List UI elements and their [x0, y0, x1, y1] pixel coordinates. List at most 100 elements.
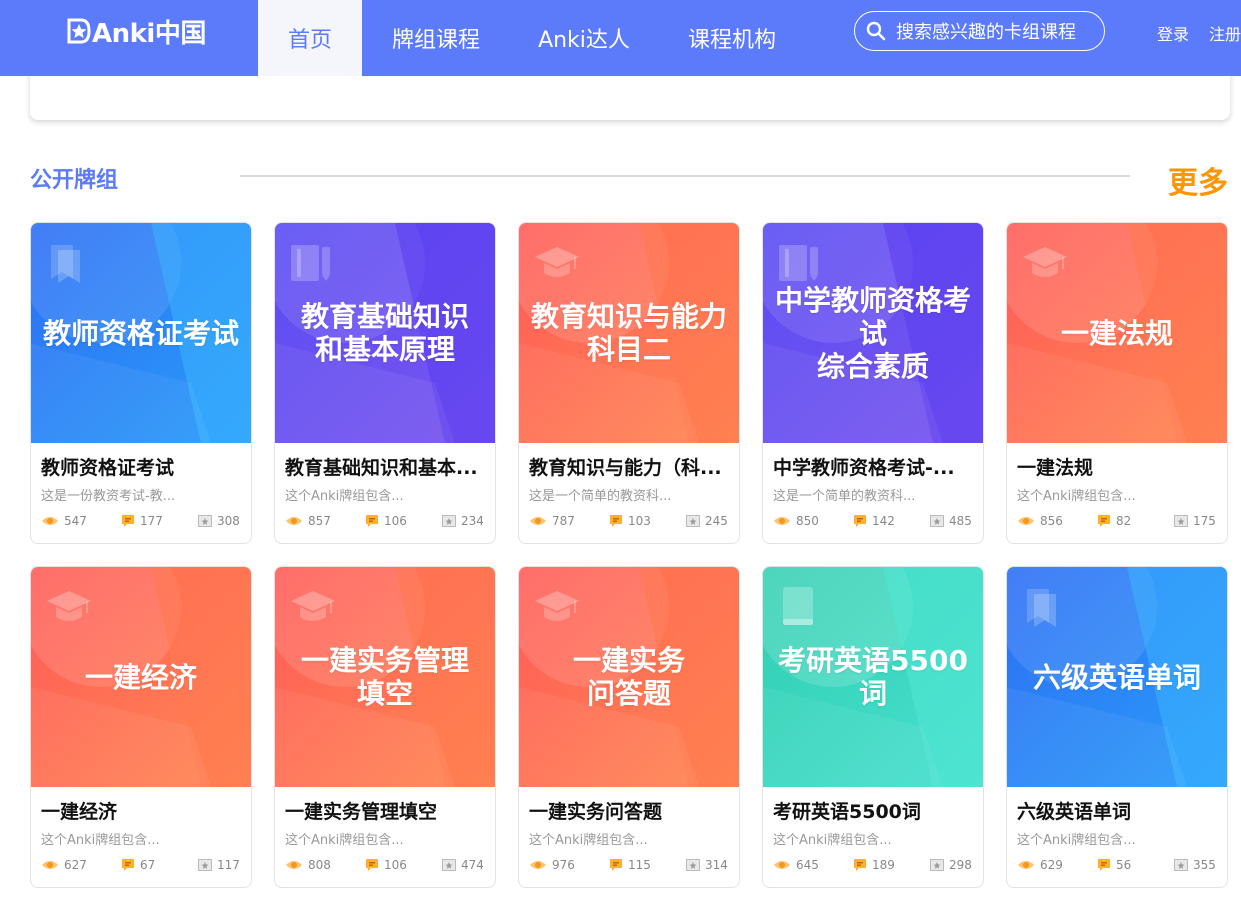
comments-icon — [366, 515, 378, 527]
cards-count: 175 — [1193, 514, 1216, 528]
deck-title[interactable]: 教师资格证考试 — [41, 453, 246, 480]
comments-icon — [854, 859, 866, 871]
deck-stats: 850 142 485 — [773, 514, 973, 532]
cards-count: 474 — [461, 858, 484, 872]
views-stat: 976 — [529, 858, 575, 872]
logo-text: Anki中国 — [92, 18, 206, 49]
comments-count: 177 — [140, 514, 163, 528]
views-stat: 856 — [1017, 514, 1063, 528]
deck-cover[interactable]: 一建法规 — [1007, 223, 1227, 443]
deck-description: 这个Anki牌组包含... — [1017, 489, 1136, 504]
search-input[interactable]: 搜索感兴趣的卡组课程 — [854, 11, 1105, 51]
deck-title[interactable]: 考研英语5500词 — [773, 797, 978, 824]
deck-card[interactable]: 一建实务 问答题 一建实务问答题 这个Anki牌组包含... 976 115 3… — [518, 566, 740, 888]
cards-count-icon — [930, 859, 944, 871]
nav-tab-deck-courses[interactable]: 牌组课程 — [380, 0, 492, 76]
cards-count-icon — [442, 515, 456, 527]
nav-tab-anki-experts[interactable]: Anki达人 — [528, 0, 640, 76]
deck-title[interactable]: 教育基础知识和基本... — [285, 453, 490, 480]
cover-title: 教育知识与能力 科目二 — [530, 300, 727, 366]
cards-count: 245 — [705, 514, 728, 528]
comments-stat: 103 — [609, 514, 651, 528]
deck-cover[interactable]: 考研英语5500词 — [763, 567, 983, 787]
deck-cover[interactable]: 教育知识与能力 科目二 — [519, 223, 739, 443]
comments-stat: 106 — [365, 858, 407, 872]
deck-title[interactable]: 一建实务管理填空 — [285, 797, 490, 824]
cover-title: 一建实务 问答题 — [572, 644, 685, 710]
comments-icon — [1098, 859, 1110, 871]
nav-tab-label: 牌组课程 — [391, 28, 480, 53]
deck-cover[interactable]: 一建实务 问答题 — [519, 567, 739, 787]
site-logo[interactable]: Anki中国 — [67, 15, 206, 49]
deck-title[interactable]: 一建经济 — [41, 797, 246, 824]
views-count: 856 — [1040, 514, 1063, 528]
views-stat: 857 — [285, 514, 331, 528]
nav-tab-label: 课程机构 — [687, 28, 776, 53]
nav-tab-label: Anki达人 — [538, 28, 630, 53]
nav-tab-institutions[interactable]: 课程机构 — [676, 0, 788, 76]
deck-cover[interactable]: 教师资格证考试 — [31, 223, 251, 443]
deck-stats: 629 56 355 — [1017, 858, 1217, 876]
deck-card[interactable]: 一建实务管理 填空 一建实务管理填空 这个Anki牌组包含... 808 106… — [274, 566, 496, 888]
more-link[interactable]: 更多 — [1168, 158, 1228, 202]
comments-stat: 67 — [121, 858, 155, 872]
cards-count: 117 — [217, 858, 240, 872]
cards-stat: 245 — [686, 514, 728, 528]
views-icon — [530, 517, 546, 525]
deck-card[interactable]: 一建法规 一建法规 这个Anki牌组包含... 856 82 175 — [1006, 222, 1228, 544]
cards-count-icon — [930, 515, 944, 527]
deck-description: 这是一个简单的教资科... — [773, 489, 916, 504]
views-icon — [42, 861, 58, 869]
cards-stat: 355 — [1174, 858, 1216, 872]
comments-icon — [1098, 515, 1110, 527]
comments-icon — [610, 859, 622, 871]
deck-card[interactable]: 教育基础知识 和基本原理 教育基础知识和基本... 这个Anki牌组包含... … — [274, 222, 496, 544]
views-stat: 547 — [41, 514, 87, 528]
deck-title[interactable]: 六级英语单词 — [1017, 797, 1222, 824]
deck-stats: 857 106 234 — [285, 514, 485, 532]
deck-title[interactable]: 一建实务问答题 — [529, 797, 734, 824]
search-icon[interactable] — [866, 21, 886, 41]
deck-card[interactable]: 一建经济 一建经济 这个Anki牌组包含... 627 67 117 — [30, 566, 252, 888]
deck-cover[interactable]: 一建实务管理 填空 — [275, 567, 495, 787]
cover-title: 考研英语5500词 — [778, 644, 968, 710]
register-link[interactable]: 注册 — [1209, 21, 1241, 45]
views-stat: 629 — [1017, 858, 1063, 872]
comments-count: 103 — [628, 514, 651, 528]
deck-description: 这个Anki牌组包含... — [773, 833, 892, 848]
cover-title: 一建经济 — [84, 660, 197, 694]
deck-card[interactable]: 考研英语5500词 考研英语5500词 这个Anki牌组包含... 645 18… — [762, 566, 984, 888]
deck-cover[interactable]: 教育基础知识 和基本原理 — [275, 223, 495, 443]
deck-title[interactable]: 一建法规 — [1017, 453, 1222, 480]
deck-stats: 645 189 298 — [773, 858, 973, 876]
comments-count: 106 — [384, 858, 407, 872]
cards-stat: 314 — [686, 858, 728, 872]
deck-stats: 787 103 245 — [529, 514, 729, 532]
comments-stat: 142 — [853, 514, 895, 528]
comments-icon — [610, 515, 622, 527]
deck-card[interactable]: 教育知识与能力 科目二 教育知识与能力（科... 这是一个简单的教资科... 7… — [518, 222, 740, 544]
deck-stats: 808 106 474 — [285, 858, 485, 876]
views-icon — [774, 517, 790, 525]
deck-card[interactable]: 教师资格证考试 教师资格证考试 这是一份教资考试-教... 547 177 30… — [30, 222, 252, 544]
deck-card[interactable]: 中学教师资格考试 综合素质 中学教师资格考试-... 这是一个简单的教资科...… — [762, 222, 984, 544]
comments-stat: 115 — [609, 858, 651, 872]
deck-cover[interactable]: 一建经济 — [31, 567, 251, 787]
cards-count-icon — [686, 515, 700, 527]
cards-count: 314 — [705, 858, 728, 872]
deck-card[interactable]: 六级英语单词 六级英语单词 这个Anki牌组包含... 629 56 355 — [1006, 566, 1228, 888]
nav-tab-home[interactable]: 首页 — [258, 0, 362, 76]
deck-title[interactable]: 教育知识与能力（科... — [529, 453, 734, 480]
comments-count: 82 — [1116, 514, 1132, 528]
deck-title[interactable]: 中学教师资格考试-... — [773, 453, 978, 480]
comments-count: 56 — [1116, 858, 1132, 872]
cover-title: 中学教师资格考试 综合素质 — [774, 283, 971, 383]
views-icon — [1018, 517, 1034, 525]
deck-cover[interactable]: 六级英语单词 — [1007, 567, 1227, 787]
deck-stats: 547 177 308 — [41, 514, 241, 532]
comments-icon — [366, 859, 378, 871]
deck-cover[interactable]: 中学教师资格考试 综合素质 — [763, 223, 983, 443]
cards-stat: 485 — [930, 514, 972, 528]
cards-stat: 117 — [198, 858, 240, 872]
login-link[interactable]: 登录 — [1157, 21, 1189, 45]
